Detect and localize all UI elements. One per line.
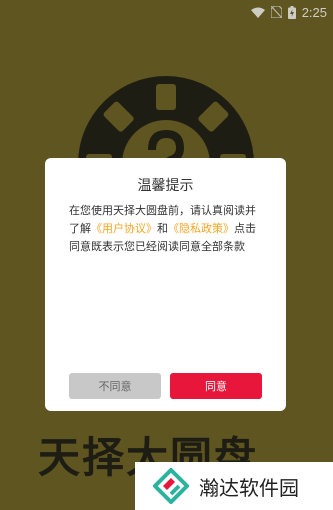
watermark-text: 瀚达软件园 [199,475,299,500]
watermark-logo-icon [153,468,189,504]
agree-button[interactable]: 同意 [170,373,262,399]
disagree-button[interactable]: 不同意 [69,373,161,399]
user-agreement-link[interactable]: 《用户协议》 [91,222,157,235]
privacy-policy-link[interactable]: 《隐私政策》 [168,222,234,235]
message-connector: 和 [157,222,168,235]
terms-dialog: 温馨提示 在您使用天择大圆盘前，请认真阅读并了解《用户协议》和《隐私政策》点击同… [45,158,286,411]
dialog-title: 温馨提示 [137,178,194,194]
watermark-banner: 瀚达软件园 [135,462,333,510]
dialog-message: 在您使用天择大圆盘前，请认真阅读并了解《用户协议》和《隐私政策》点击同意既表示您… [69,202,265,256]
